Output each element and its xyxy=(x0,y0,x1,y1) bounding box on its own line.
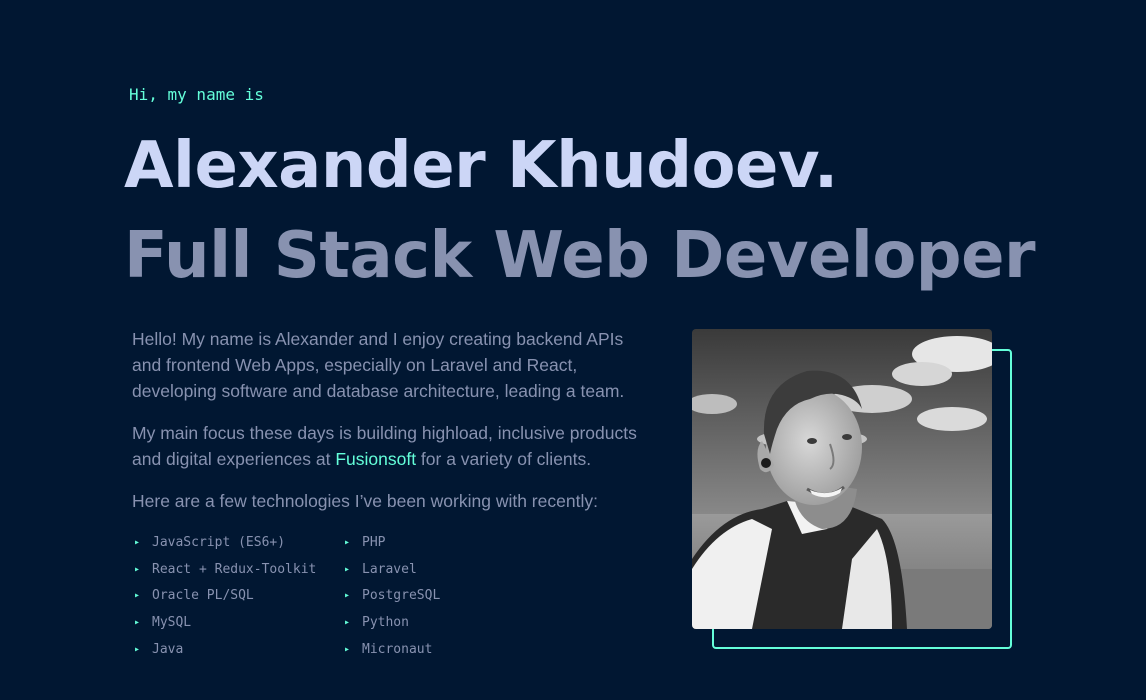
technology-label: PostgreSQL xyxy=(362,588,441,604)
technology-item: ▸ PHP xyxy=(342,530,542,557)
profile-photo xyxy=(692,329,992,629)
about-paragraph-3: Here are a few technologies I’ve been wo… xyxy=(132,491,598,511)
bullet-icon: ▸ xyxy=(134,590,141,602)
technology-item: ▸ Python xyxy=(342,610,542,637)
about-paragraph-1: Hello! My name is Alexander and I enjoy … xyxy=(132,329,625,401)
bullet-icon: ▸ xyxy=(344,643,351,655)
technology-label: Micronaut xyxy=(362,641,433,657)
technology-item: ▸ Oracle PL/SQL xyxy=(132,583,342,610)
technology-item: ▸ React + Redux-Toolkit xyxy=(132,557,342,584)
technology-label: React + Redux-Toolkit xyxy=(152,561,317,577)
technology-label: JavaScript (ES6+) xyxy=(152,535,286,550)
greeting-text: Hi, my name is xyxy=(129,85,264,104)
bullet-icon: ▸ xyxy=(344,590,351,602)
bullet-icon: ▸ xyxy=(344,537,351,548)
profile-photo-image xyxy=(692,329,992,629)
technology-label: PHP xyxy=(362,535,386,550)
technology-item: ▸ MySQL xyxy=(132,610,342,637)
bullet-icon: ▸ xyxy=(134,563,141,575)
bullet-icon: ▸ xyxy=(344,563,351,575)
technology-item: ▸ Java xyxy=(132,637,342,664)
technology-list: ▸ JavaScript (ES6+) ▸ PHP ▸ React + Redux-T… xyxy=(132,530,542,663)
technology-label: Python xyxy=(362,615,409,631)
bullet-icon: ▸ xyxy=(134,617,141,629)
technology-label: Java xyxy=(152,641,184,657)
about-paragraph-2: My main focus these days is building hig… xyxy=(132,420,652,472)
bullet-icon: ▸ xyxy=(134,537,141,548)
technology-item: ▸ JavaScript (ES6+) xyxy=(132,530,342,557)
profile-photo-wrapper[interactable] xyxy=(692,329,1012,649)
technology-label: MySQL xyxy=(152,615,192,631)
role-heading: Full Stack Web Developer xyxy=(124,219,1036,293)
page: Hi, my name is Alexander Khudoev. Full S… xyxy=(0,0,1146,700)
bullet-icon: ▸ xyxy=(344,617,351,629)
bullet-icon: ▸ xyxy=(134,643,141,655)
name-heading: Alexander Khudoev. xyxy=(124,129,838,203)
about-section: Hello! My name is Alexander and I enjoy … xyxy=(132,326,652,530)
technology-item: ▸ Laravel xyxy=(342,557,542,584)
technology-item: ▸ Micronaut xyxy=(342,637,542,664)
technology-label: Oracle PL/SQL xyxy=(152,588,254,604)
fusionsoft-link[interactable]: Fusionsoft xyxy=(335,449,416,469)
about-paragraph-2-end: for a variety of clients. xyxy=(416,449,592,469)
technology-label: Laravel xyxy=(362,561,417,577)
technology-item: ▸ PostgreSQL xyxy=(342,583,542,610)
